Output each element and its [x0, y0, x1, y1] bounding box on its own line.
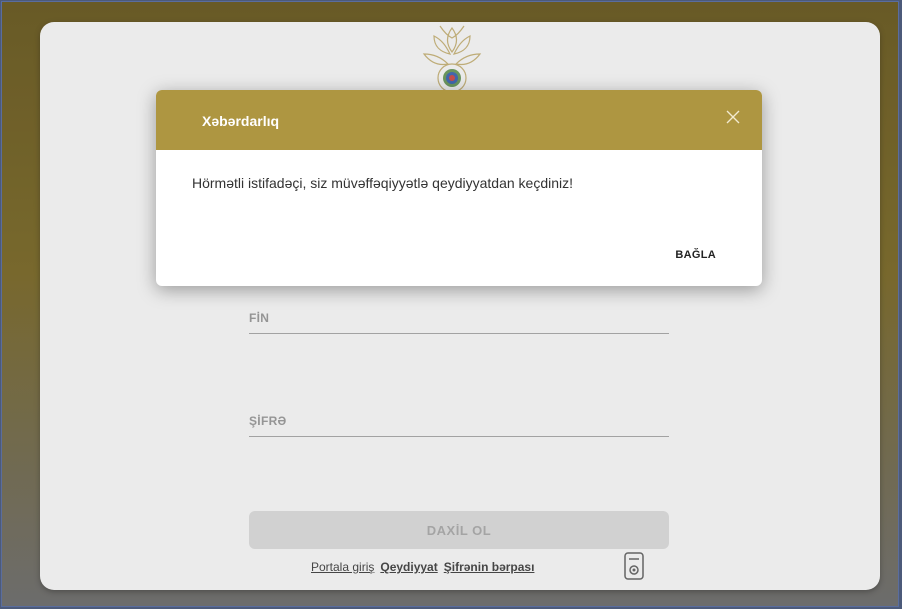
close-dialog-button[interactable]: BAĞLA: [669, 248, 722, 262]
close-icon[interactable]: [724, 108, 742, 126]
dialog-title: Xəbərdarlıq: [202, 113, 280, 129]
dialog-message: Hörmətli istifadəçi, siz müvəffəqiyyətlə…: [192, 175, 574, 191]
alert-dialog: Xəbərdarlıq Hörmətli istifadəçi, siz müv…: [156, 90, 762, 286]
dialog-header: Xəbərdarlıq: [156, 90, 762, 150]
